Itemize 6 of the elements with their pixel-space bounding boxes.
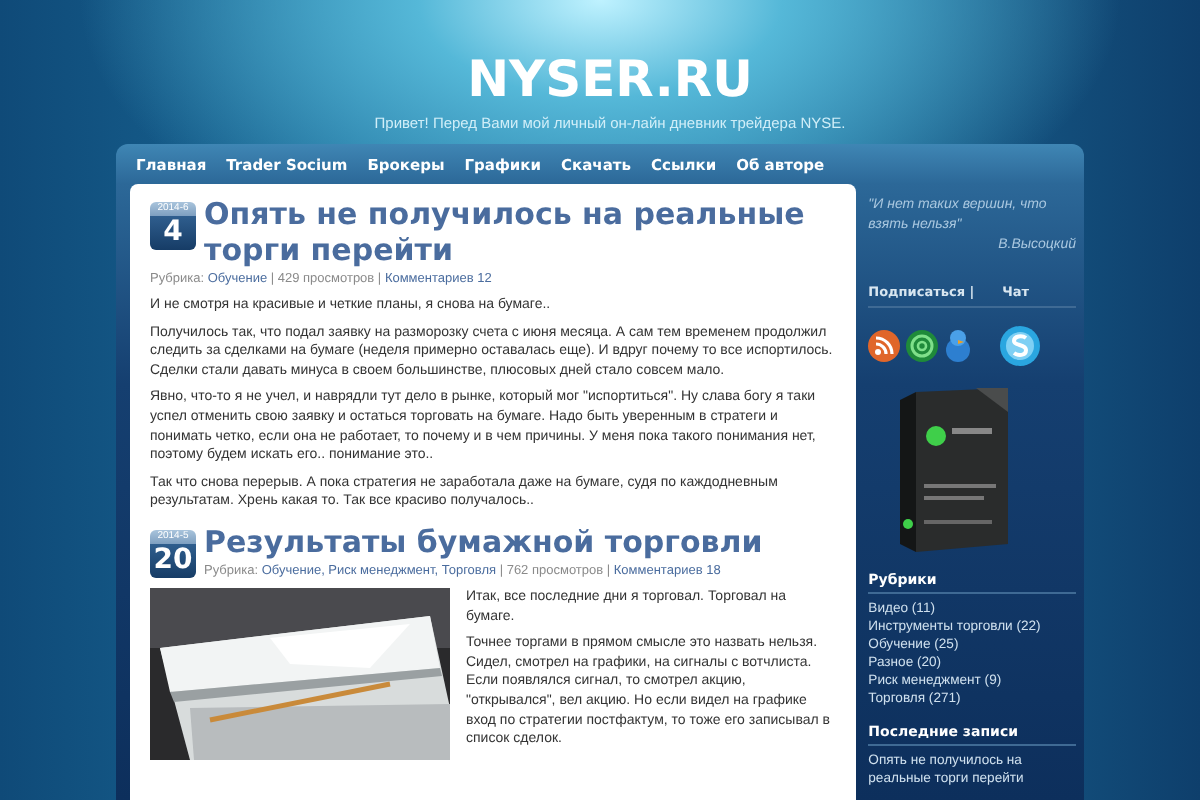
chat-icon[interactable]: [998, 324, 1043, 368]
mail-icon[interactable]: [906, 330, 939, 362]
bird-icon[interactable]: [944, 330, 973, 362]
post-title[interactable]: Опять не получилось на реальные торги перейти: [204, 196, 837, 268]
rss-icon[interactable]: [868, 330, 901, 362]
post-title[interactable]: Результаты бумажной торговли: [204, 523, 763, 560]
